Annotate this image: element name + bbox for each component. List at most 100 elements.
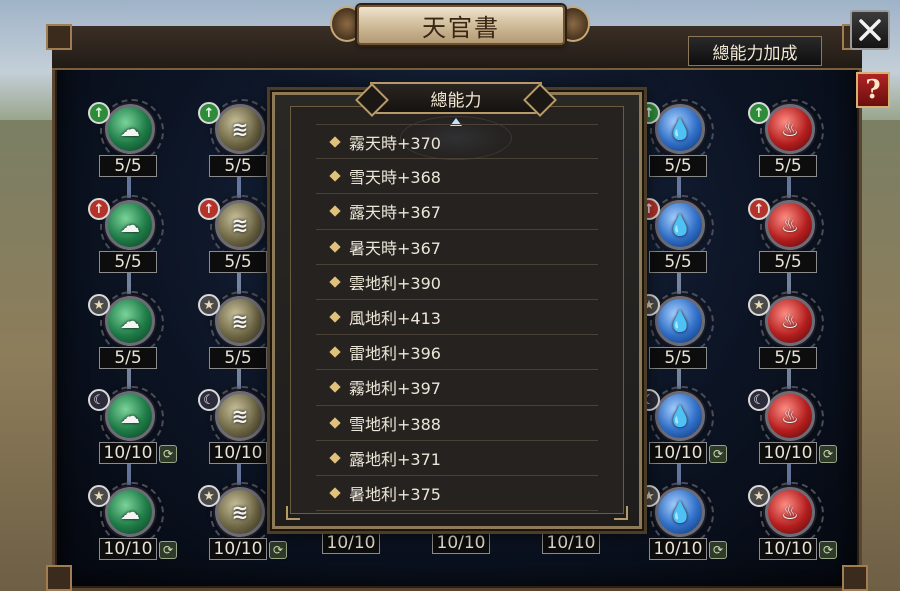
skill-count: 5/5: [759, 155, 817, 177]
dew-orb-icon[interactable]: 💧: [650, 99, 714, 163]
cloud-orb-icon[interactable]: ☁: [100, 482, 164, 546]
skill-node[interactable]: 💧 ↑ 5/5: [635, 99, 725, 192]
wind-orb-icon[interactable]: ≋: [210, 291, 274, 355]
skill-count: 5/5: [759, 251, 817, 273]
skill-count: 5/5: [99, 155, 157, 177]
skill-count: 5/5: [99, 347, 157, 369]
skill-node[interactable]: ♨ ☾ 10/10 ⟳: [745, 386, 837, 479]
skill-count: 10/10: [759, 442, 817, 464]
skill-column-cloud: ☁ ↑ 5/5 ☁ ↑ 5/5 ☁ ★ 5/5 ☁ ☾ 10/10 ⟳ ☁ ★ 10/10 ⟳: [85, 99, 177, 560]
skill-node[interactable]: ☁ ↑ 5/5: [85, 99, 175, 192]
refresh-icon[interactable]: ⟳: [709, 445, 727, 463]
star-badge-icon: ★: [748, 294, 770, 316]
skill-node[interactable]: ♨ ★ 5/5: [745, 291, 835, 384]
skill-column-dew: 💧 ↑ 5/5 💧 ↑ 5/5 💧 ★ 5/5 💧 ☾ 10/10 ⟳ 💧 ★ 10/10 ⟳: [635, 99, 727, 560]
wind-orb-icon[interactable]: ≋: [210, 386, 274, 450]
refresh-icon[interactable]: ⟳: [159, 445, 177, 463]
skill-node[interactable]: ☁ ↑ 5/5: [85, 195, 175, 288]
stat-row: 風地利+413: [316, 300, 598, 336]
skill-count: 10/10: [542, 532, 600, 554]
heat-orb-icon[interactable]: ♨: [760, 386, 824, 450]
stat-row: 雪地利+388: [316, 406, 598, 441]
skill-node[interactable]: ☁ ★ 10/10 ⟳: [85, 482, 177, 575]
up-red-badge-icon: ↑: [88, 198, 110, 220]
stat-row: 雲地利+390: [316, 265, 598, 300]
skill-count: 5/5: [759, 347, 817, 369]
skill-node[interactable]: 💧 ★ 5/5: [635, 291, 725, 384]
panel-corner-ornament: [842, 565, 868, 591]
skill-node[interactable]: ♨ ↑ 5/5: [745, 99, 835, 192]
total-bonus-button[interactable]: 總能力加成: [688, 36, 822, 66]
cloud-glyph-icon: ☁: [120, 309, 140, 333]
heat-orb-icon[interactable]: ♨: [760, 291, 824, 355]
skill-node[interactable]: ♨ ★ 10/10 ⟳: [745, 482, 837, 575]
stat-row: 露地利+371: [316, 441, 598, 476]
star-badge-icon: ★: [88, 294, 110, 316]
moon-badge-icon: ☾: [748, 389, 770, 411]
wind-glyph-icon: ≋: [231, 404, 249, 428]
dew-glyph-icon: 💧: [667, 117, 693, 141]
skill-count: 5/5: [649, 251, 707, 273]
skill-count: 10/10: [432, 532, 490, 554]
star-badge-icon: ★: [88, 485, 110, 507]
diamond-bullet-icon: [329, 276, 341, 288]
cloud-glyph-icon: ☁: [120, 117, 140, 141]
help-button[interactable]: ?: [856, 72, 890, 108]
close-icon: [859, 19, 881, 41]
wind-orb-icon[interactable]: ≋: [210, 195, 274, 259]
dew-orb-icon[interactable]: 💧: [650, 195, 714, 259]
refresh-icon[interactable]: ⟳: [819, 541, 837, 559]
stat-text: 霧地利+397: [349, 379, 441, 399]
refresh-icon[interactable]: ⟳: [819, 445, 837, 463]
dew-orb-icon[interactable]: 💧: [650, 386, 714, 450]
popup-corner-ornament: [286, 506, 300, 520]
stat-text: 霧天時+370: [349, 133, 441, 153]
skill-count: 5/5: [209, 155, 267, 177]
diamond-bullet-icon: [329, 135, 341, 148]
up-green-badge-icon: ↑: [88, 102, 110, 124]
panel-corner-ornament: [46, 24, 72, 50]
skill-node[interactable]: 💧 ★ 10/10 ⟳: [635, 482, 727, 575]
dew-orb-icon[interactable]: 💧: [650, 291, 714, 355]
stat-text: 雪天時+368: [349, 168, 441, 188]
skill-count: 10/10: [99, 538, 157, 560]
skill-node[interactable]: 💧 ☾ 10/10 ⟳: [635, 386, 727, 479]
heat-orb-icon[interactable]: ♨: [760, 482, 824, 546]
stat-text: 風地利+413: [349, 309, 441, 329]
close-button[interactable]: [850, 10, 890, 50]
cloud-orb-icon[interactable]: ☁: [100, 291, 164, 355]
cloud-orb-icon[interactable]: ☁: [100, 386, 164, 450]
refresh-icon[interactable]: ⟳: [269, 541, 287, 559]
skill-node[interactable]: ☁ ☾ 10/10 ⟳: [85, 386, 177, 479]
stat-text: 雲地利+390: [349, 273, 441, 293]
refresh-icon[interactable]: ⟳: [159, 541, 177, 559]
dew-glyph-icon: 💧: [667, 404, 693, 428]
skill-count: 5/5: [209, 251, 267, 273]
skill-count: 10/10: [759, 538, 817, 560]
popup-title: 總能力: [370, 82, 542, 114]
stat-text: 露地利+371: [349, 449, 441, 469]
skill-column-heat: ♨ ↑ 5/5 ♨ ↑ 5/5 ♨ ★ 5/5 ♨ ☾ 10/10 ⟳ ♨ ★ 10/10 ⟳: [745, 99, 837, 560]
stat-row: 霧天時+370: [316, 124, 598, 160]
heat-orb-icon[interactable]: ♨: [760, 99, 824, 163]
wind-glyph-icon: ≋: [231, 117, 249, 141]
diamond-bullet-icon: [329, 487, 341, 499]
cloud-orb-icon[interactable]: ☁: [100, 99, 164, 163]
window-title: 天官書: [357, 5, 565, 45]
diamond-bullet-icon: [329, 346, 341, 358]
skill-node[interactable]: ☁ ★ 5/5: [85, 291, 175, 384]
dew-orb-icon[interactable]: 💧: [650, 482, 714, 546]
refresh-icon[interactable]: ⟳: [709, 541, 727, 559]
skill-count: 10/10: [99, 442, 157, 464]
cloud-glyph-icon: ☁: [120, 404, 140, 428]
diamond-bullet-icon: [329, 205, 341, 218]
heat-orb-icon[interactable]: ♨: [760, 195, 824, 259]
cloud-orb-icon[interactable]: ☁: [100, 195, 164, 259]
skill-node[interactable]: 💧 ↑ 5/5: [635, 195, 725, 288]
skill-node[interactable]: ♨ ↑ 5/5: [745, 195, 835, 288]
wind-glyph-icon: ≋: [231, 500, 249, 524]
wind-orb-icon[interactable]: ≋: [210, 99, 274, 163]
moon-badge-icon: ☾: [88, 389, 110, 411]
diamond-bullet-icon: [329, 416, 341, 429]
wind-orb-icon[interactable]: ≋: [210, 482, 274, 546]
